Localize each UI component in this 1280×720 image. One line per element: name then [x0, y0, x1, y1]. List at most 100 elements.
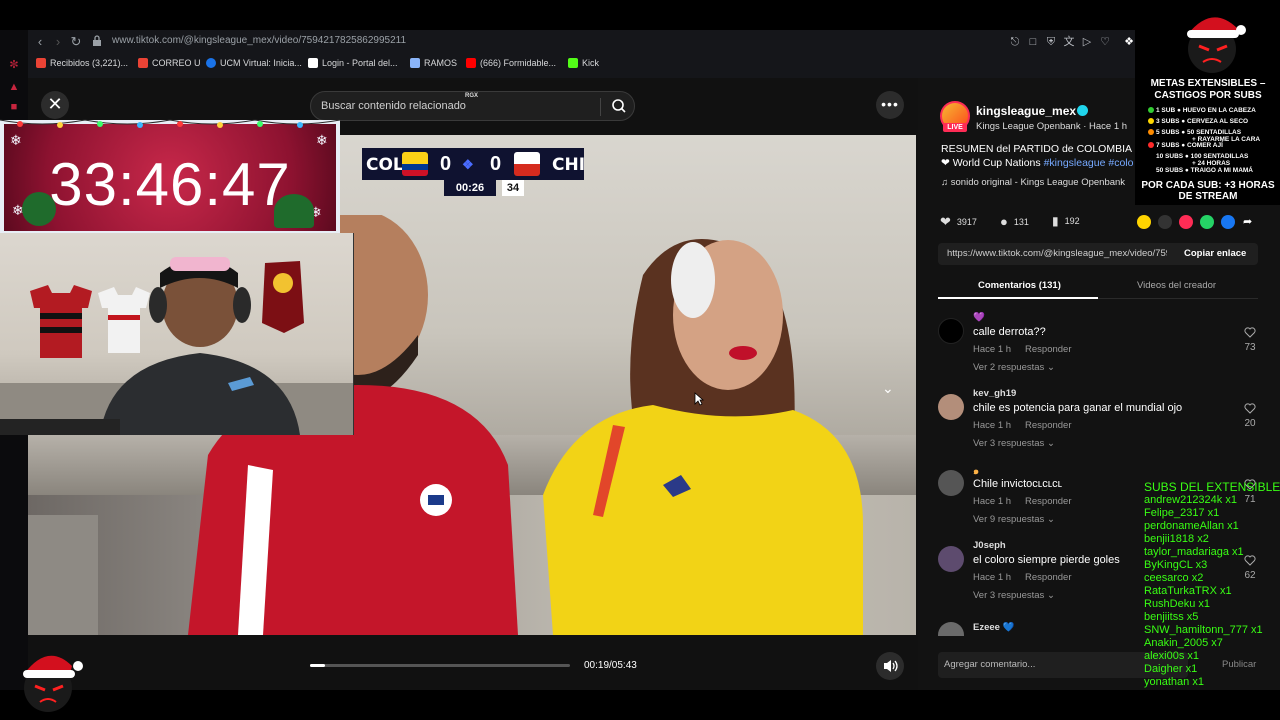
save-stat[interactable]: ▮ 192 [1052, 214, 1080, 228]
avatar[interactable] [938, 470, 964, 496]
sidebar-app-icon[interactable]: ■ [7, 100, 21, 114]
heart-icon[interactable] [1244, 402, 1256, 414]
view-replies[interactable]: Ver 9 respuestas ⌄ [973, 514, 1055, 525]
emoji-share-icon[interactable] [1137, 215, 1151, 229]
avatar[interactable] [938, 546, 964, 572]
match-clock: 00:26 [444, 180, 496, 196]
tab-comments[interactable]: Comentarios (131) [978, 280, 1061, 291]
heart-icon[interactable] [1244, 326, 1256, 338]
reply-button[interactable]: Responder [1025, 572, 1071, 583]
pin-icon[interactable]: ⎋ [1008, 35, 1022, 49]
sidebar-app-icon[interactable]: ▲ [7, 80, 21, 94]
address-bar[interactable]: www.tiktok.com/@kingsleague_mex/video/75… [112, 35, 406, 46]
view-replies[interactable]: Ver 3 respuestas ⌄ [973, 590, 1055, 601]
comment-user[interactable]: kev_gh19 [973, 388, 1016, 399]
comment-likes: 73 [1244, 342, 1256, 353]
rgx-badge: RGX [465, 93, 479, 99]
sub-entry: Daigher x1 [1144, 663, 1198, 675]
sub-entry: benjii1818 x2 [1144, 533, 1209, 545]
volume-button[interactable] [876, 652, 904, 680]
back-icon[interactable]: ‹ [32, 33, 48, 51]
bookmark[interactable]: CORREO U [138, 58, 201, 68]
bookmark[interactable]: (666) Formidable... [466, 58, 556, 68]
comment-meta: Hace 1 h Responder [973, 496, 1086, 507]
sidebar-app-icon[interactable]: ✼ [7, 58, 21, 72]
copy-link-button[interactable]: Copiar enlace [1184, 248, 1246, 259]
avatar[interactable] [938, 318, 964, 344]
comment-user[interactable]: J0seph [973, 540, 1006, 551]
facebook-icon[interactable] [1221, 215, 1235, 229]
comment-time: Hace 1 h [973, 420, 1012, 431]
view-replies[interactable]: Ver 3 respuestas ⌄ [973, 438, 1055, 449]
comment-user[interactable]: ๑ [973, 464, 979, 479]
reply-button[interactable]: Responder [1025, 420, 1071, 431]
bookmark[interactable]: RAMOS [410, 58, 457, 68]
sound-label: sonido original - Kings League Openbank [950, 177, 1126, 188]
navigation-row: ‹ › ↻ www.tiktok.com/@kingsleague_mex/vi… [28, 33, 1135, 53]
like-count: 3917 [956, 217, 977, 227]
sound-link[interactable]: ♫ sonido original - Kings League Openban… [941, 177, 1125, 188]
shield-icon[interactable]: ⛨ [1044, 35, 1058, 49]
whatsapp-icon[interactable] [1200, 215, 1214, 229]
share-icon[interactable]: ➦ [1243, 215, 1257, 229]
add-comment-input[interactable]: Agregar comentario... [944, 659, 1035, 670]
bookmark[interactable]: Recibidos (3,221)... [36, 58, 128, 68]
screenshot-icon[interactable]: □ [1026, 35, 1040, 49]
gmail-icon [36, 58, 46, 68]
reply-button[interactable]: Responder [1025, 496, 1071, 507]
extensions-icon[interactable]: ❖ [1122, 35, 1136, 49]
author-name[interactable]: kingsleague_mex [976, 104, 1076, 118]
progress-bar[interactable] [310, 664, 570, 667]
verified-icon [1077, 105, 1088, 116]
more-button[interactable]: ••• [876, 91, 904, 119]
play-icon[interactable]: ▷ [1080, 35, 1094, 49]
per-sub-reward: POR CADA SUB: +3 HORAS DE STREAM [1141, 180, 1275, 202]
bookmark-label: UCM Virtual: Inicia... [220, 58, 302, 68]
snowflake-icon: ❄ [316, 132, 328, 148]
bookmarks-bar: Recibidos (3,221)... CORREO U UCM Virtua… [28, 56, 1135, 74]
reply-button[interactable]: Responder [1025, 344, 1071, 355]
bookmark[interactable]: UCM Virtual: Inicia... [206, 58, 302, 68]
search-input[interactable]: Buscar contenido relacionado [321, 100, 466, 112]
status-dot [1148, 118, 1154, 124]
chevron-down-icon: ⌄ [1046, 590, 1055, 601]
reload-icon[interactable]: ↻ [68, 33, 84, 51]
scoreboard-row: COL 0 ❖ 0 CHI [362, 148, 585, 180]
christmas-lights [0, 119, 340, 128]
bookmark-label: (666) Formidable... [480, 58, 557, 68]
embed-icon[interactable] [1158, 215, 1172, 229]
santa-mascot-icon [1187, 17, 1246, 73]
goal-row: 3 SUBS ● CERVEZA AL SECO [1148, 118, 1248, 125]
sub-entry: ceesarco x2 [1144, 572, 1204, 584]
sub-entry: RataTurkaTRX x1 [1144, 585, 1232, 597]
comment-user[interactable]: Ezeee 💙 [973, 622, 1014, 633]
comment-stat[interactable]: ● 131 [1000, 214, 1029, 229]
chevron-down-icon: ⌄ [1046, 438, 1055, 449]
favorite-icon[interactable]: ♡ [1098, 35, 1112, 49]
avatar[interactable] [938, 622, 964, 636]
goal-count: 10 SUBS [1156, 153, 1184, 160]
send-icon[interactable] [1179, 215, 1193, 229]
search-icon[interactable] [611, 98, 627, 114]
bookmark-icon: ▮ [1052, 214, 1059, 228]
bookmark[interactable]: Login - Portal del... [308, 58, 398, 68]
status-dot [1148, 142, 1154, 148]
comment-user[interactable]: 💜 [973, 312, 985, 323]
chevron-down-icon[interactable]: ⌄ [882, 380, 894, 397]
forward-icon[interactable]: › [50, 33, 66, 51]
status-dot [1148, 107, 1154, 113]
description-hashtags[interactable]: #kingsleague #colo [1044, 157, 1134, 169]
translate-icon[interactable]: 文 [1062, 35, 1076, 49]
like-stat[interactable]: ❤ 3917 [940, 214, 977, 230]
share-link[interactable]: https://www.tiktok.com/@kingsleague_mex/… [947, 248, 1167, 259]
avatar[interactable] [938, 394, 964, 420]
comment-meta: Hace 1 h Responder [973, 344, 1086, 355]
comment-icon: ● [1000, 214, 1008, 229]
goal-count: 7 SUBS [1156, 142, 1180, 149]
chevron-down-icon: ⌄ [1046, 514, 1055, 525]
view-replies[interactable]: Ver 2 respuestas ⌄ [973, 362, 1055, 373]
close-button[interactable]: ✕ [41, 91, 69, 119]
colombia-flag-icon [402, 152, 428, 176]
bookmark[interactable]: Kick [568, 58, 599, 68]
tab-creator-videos[interactable]: Videos del creador [1137, 280, 1216, 291]
